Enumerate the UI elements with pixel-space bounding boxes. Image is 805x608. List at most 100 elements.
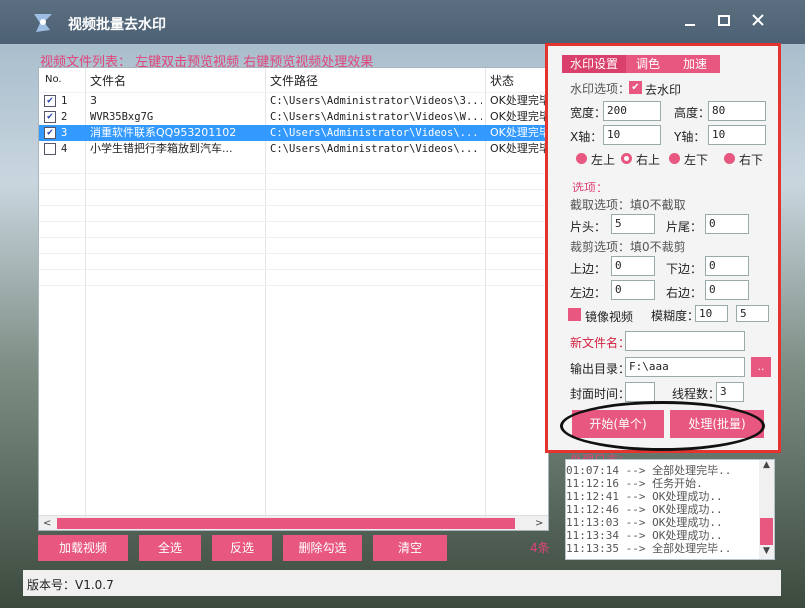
row-file-path: C:\Users\Administrator\Videos\... [270, 143, 479, 155]
head-label: 片头： [570, 220, 607, 234]
mirror-video-label: 镜像视频 [585, 310, 634, 324]
y-axis-label: Y轴： [674, 130, 706, 144]
file-count: 4条 [530, 541, 550, 555]
invert-selection-button[interactable]: 反选 [212, 535, 272, 561]
new-file-name-input[interactable] [625, 331, 745, 351]
maximize-button[interactable] [712, 10, 736, 34]
watermark-options-label: 水印选项： [570, 82, 631, 96]
scroll-up-icon[interactable]: ▲ [759, 460, 774, 472]
column-header-name[interactable]: 文件名 [90, 72, 126, 89]
row-no: 2 [61, 111, 68, 123]
select-all-button[interactable]: 全选 [139, 535, 201, 561]
width-label: 宽度： [570, 106, 607, 120]
crop-top-input[interactable]: 0 [611, 256, 655, 276]
y-axis-input[interactable]: 10 [708, 125, 766, 145]
blur-input-1[interactable]: 10 [695, 305, 728, 322]
row-file-path: C:\Users\Administrator\Videos\3... [270, 95, 482, 107]
radio-top-right[interactable] [621, 153, 632, 164]
cover-time-label: 封面时间： [570, 387, 631, 401]
column-header-status[interactable]: 状态 [490, 72, 514, 89]
new-file-name-label: 新文件名： [570, 336, 631, 350]
cover-time-input[interactable] [625, 382, 655, 402]
row-status: OK处理完毕 [490, 110, 548, 123]
table-row[interactable]: ✔ 1 3 C:\Users\Administrator\Videos\3...… [39, 93, 548, 109]
radio-top-left-label: 左上 [591, 153, 616, 167]
horizontal-scrollbar[interactable]: < > [39, 515, 548, 530]
trim-options-label: 截取选项：填0不截取 [570, 198, 686, 212]
row-no: 3 [61, 127, 68, 139]
radio-top-left[interactable] [576, 153, 587, 164]
scroll-left-icon[interactable]: < [43, 516, 51, 531]
tab-color[interactable]: 调色 [626, 55, 670, 73]
crop-options-label: 裁剪选项：填0不裁剪 [570, 240, 686, 254]
row-no: 1 [61, 95, 68, 107]
threads-label: 线程数： [672, 387, 721, 401]
file-list-table[interactable]: No. 文件名 文件路径 状态 ✔ 1 3 C:\Users\Administr… [38, 67, 549, 531]
output-dir-label: 输出目录： [570, 362, 631, 376]
log-box[interactable]: 01:07:14 --> 全部处理完毕.. 11:12:16 --> 任务开始.… [565, 459, 775, 560]
scrollbar-thumb[interactable] [57, 518, 515, 529]
radio-bottom-left-label: 左下 [684, 153, 709, 167]
clear-button[interactable]: 清空 [373, 535, 447, 561]
mirror-video-checkbox[interactable] [568, 308, 581, 321]
height-input[interactable]: 80 [708, 101, 766, 121]
threads-input[interactable]: 3 [716, 382, 744, 402]
close-icon [752, 14, 764, 26]
row-divider [39, 221, 548, 222]
head-input[interactable]: 5 [611, 214, 655, 234]
x-axis-label: X轴： [570, 130, 603, 144]
radio-bottom-right[interactable] [724, 153, 735, 164]
close-button[interactable] [746, 10, 770, 34]
row-no: 4 [61, 143, 68, 155]
row-status: OK处理完毕 [490, 94, 548, 107]
row-file-path: C:\Users\Administrator\Videos\W... [270, 111, 482, 123]
crop-bottom-input[interactable]: 0 [705, 256, 749, 276]
minimize-icon [685, 24, 695, 26]
output-dir-input[interactable]: F:\aaa [625, 357, 745, 377]
crop-left-label: 左边： [570, 286, 607, 300]
maximize-icon [718, 15, 730, 26]
row-divider [39, 173, 548, 174]
log-scrollbar-thumb[interactable] [760, 518, 773, 545]
x-axis-input[interactable]: 10 [603, 125, 661, 145]
browse-button[interactable]: .. [751, 357, 771, 377]
column-header-path[interactable]: 文件路径 [270, 72, 318, 89]
crop-right-label: 右边： [666, 286, 703, 300]
log-scrollbar[interactable]: ▲ ▼ [759, 460, 774, 559]
app-logo-icon [34, 14, 52, 32]
row-file-name: 小学生错把行李箱放到汽车... [90, 142, 233, 155]
row-checkbox[interactable]: ✔ [44, 127, 56, 139]
scroll-right-icon[interactable]: > [535, 516, 543, 531]
row-checkbox[interactable] [44, 143, 56, 155]
column-header-no[interactable]: No. [45, 74, 62, 85]
window-title: 视频批量去水印 [68, 17, 166, 33]
table-row[interactable]: 4 小学生错把行李箱放到汽车... C:\Users\Administrator… [39, 141, 548, 157]
height-label: 高度： [674, 106, 711, 120]
row-divider [39, 285, 548, 286]
row-status: OK处理完毕 [490, 126, 548, 139]
crop-right-input[interactable]: 0 [705, 280, 749, 300]
minimize-button[interactable] [678, 10, 702, 34]
remove-watermark-checkbox[interactable]: ✔ [629, 81, 642, 94]
row-file-path: C:\Users\Administrator\Videos\... [270, 127, 479, 139]
tab-speed[interactable]: 加速 [670, 55, 720, 73]
tail-input[interactable]: 0 [705, 214, 749, 234]
table-row[interactable]: ✔ 2 WVR35Bxg7G C:\Users\Administrator\Vi… [39, 109, 548, 125]
crop-left-input[interactable]: 0 [611, 280, 655, 300]
load-video-button[interactable]: 加载视频 [38, 535, 128, 561]
tab-watermark-settings[interactable]: 水印设置 [562, 55, 626, 73]
row-file-name: 3 [90, 94, 97, 107]
delete-checked-button[interactable]: 删除勾选 [283, 535, 362, 561]
row-divider [39, 237, 548, 238]
row-status: OK处理完毕 [490, 142, 548, 155]
table-row-selected[interactable]: ✔ 3 消重软件联系QQ953201102 C:\Users\Administr… [39, 125, 548, 141]
row-checkbox[interactable]: ✔ [44, 111, 56, 123]
tail-label: 片尾： [666, 220, 703, 234]
radio-bottom-left[interactable] [669, 153, 680, 164]
row-file-name: 消重软件联系QQ953201102 [90, 126, 237, 139]
row-checkbox[interactable]: ✔ [44, 95, 56, 107]
blur-input-2[interactable]: 5 [736, 305, 769, 322]
scroll-down-icon[interactable]: ▼ [759, 546, 774, 558]
width-input[interactable]: 200 [603, 101, 661, 121]
log-line: 11:13:35 --> 全部处理完毕.. [566, 542, 732, 555]
